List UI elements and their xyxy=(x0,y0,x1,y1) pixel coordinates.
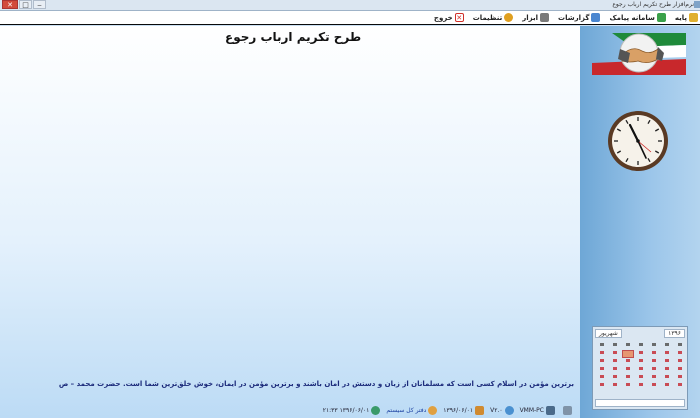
sms-icon xyxy=(656,13,666,22)
calendar-day[interactable] xyxy=(600,375,605,378)
calendar-day[interactable] xyxy=(600,359,605,362)
calendar-day[interactable] xyxy=(664,351,669,354)
calendar-day[interactable] xyxy=(639,351,644,354)
menu-item-tools[interactable]: ابزار xyxy=(522,13,550,22)
maximize-button[interactable]: □ xyxy=(19,0,32,9)
calendar-day[interactable] xyxy=(639,383,644,386)
calendar-day[interactable] xyxy=(613,375,618,378)
window-icon xyxy=(563,406,572,415)
calendar-day[interactable] xyxy=(651,367,656,370)
status-bar: VMM-PC V۲.۰ ۱۳۹۶/۰۶/۰۱ دفتر کل سیستم ۱۳۹… xyxy=(0,403,580,418)
calendar-days xyxy=(596,341,686,397)
close-button[interactable]: ✕ xyxy=(2,0,18,9)
version-icon xyxy=(504,406,514,415)
window-title: نرم‌افزار طرح تکریم ارباب رجوع xyxy=(612,1,694,8)
exit-icon: ✕ xyxy=(454,13,464,22)
analog-clock xyxy=(608,111,668,171)
calendar-day[interactable] xyxy=(613,351,618,354)
calendar-day[interactable] xyxy=(651,375,656,378)
main-area: طرح تکریم ارباب رجوع برترین مؤمن در اسلا… xyxy=(0,26,580,418)
calendar-day[interactable] xyxy=(677,383,682,386)
menu-item-reports[interactable]: گزارشات xyxy=(558,13,601,22)
hadith-text: برترین مؤمن در اسلام کسی است که مسلمانان… xyxy=(58,380,574,388)
calendar-header: شهریور ۱۳۹۶ xyxy=(595,329,685,338)
calendar-weekday xyxy=(664,343,669,346)
calendar-today[interactable] xyxy=(622,350,635,358)
menu-item-base[interactable]: پایه xyxy=(675,13,698,22)
calendar-month[interactable]: شهریور xyxy=(595,329,622,338)
menu-item-sms[interactable]: سامانه پیامک xyxy=(609,13,666,22)
calendar-day[interactable] xyxy=(626,367,631,370)
calendar-day[interactable] xyxy=(613,367,618,370)
folder-icon xyxy=(689,13,698,22)
minimize-button[interactable]: ‒ xyxy=(33,0,46,9)
calendar-day[interactable] xyxy=(651,383,656,386)
window-controls: ✕ □ ‒ xyxy=(2,0,46,9)
calendar-day[interactable] xyxy=(613,383,618,386)
calendar-day[interactable] xyxy=(600,351,605,354)
calendar-weekday xyxy=(639,343,644,346)
computer-icon xyxy=(546,406,555,415)
calendar-widget: شهریور ۱۳۹۶ xyxy=(592,326,688,410)
calendar-weekday xyxy=(613,343,618,346)
page-title: طرح تکریم ارباب رجوع xyxy=(225,30,362,44)
gear-icon xyxy=(504,13,514,22)
wrench-icon xyxy=(540,13,550,22)
status-window xyxy=(561,406,572,415)
calendar-day[interactable] xyxy=(613,359,618,362)
calendar-day[interactable] xyxy=(639,367,644,370)
calendar-day[interactable] xyxy=(600,367,605,370)
date-icon xyxy=(475,406,485,415)
menu-bar: پایه سامانه پیامک گزارشات ابزار تنظیمات … xyxy=(0,11,700,25)
calendar-day[interactable] xyxy=(651,351,656,354)
calendar-day[interactable] xyxy=(664,367,669,370)
status-datetime: ۱۳۹۶/۰۶/۰۱ ۲۱:۳۳ xyxy=(323,406,381,415)
status-date: ۱۳۹۶/۰۶/۰۱ xyxy=(443,406,485,415)
calendar-day[interactable] xyxy=(600,383,605,386)
calendar-weekday xyxy=(677,343,682,346)
calendar-day[interactable] xyxy=(677,367,682,370)
calendar-day[interactable] xyxy=(626,383,631,386)
calendar-day[interactable] xyxy=(626,375,631,378)
status-user: دفتر کل سیستم xyxy=(386,406,438,415)
calendar-day[interactable] xyxy=(664,383,669,386)
calendar-day[interactable] xyxy=(626,359,631,362)
title-bar: نرم‌افزار طرح تکریم ارباب رجوع ✕ □ ‒ xyxy=(0,0,700,11)
calendar-weekday xyxy=(600,343,605,346)
app-icon xyxy=(694,1,700,8)
calendar-day[interactable] xyxy=(639,359,644,362)
user-icon xyxy=(428,406,438,415)
calendar-day[interactable] xyxy=(677,351,682,354)
status-computer: VMM-PC xyxy=(520,406,555,415)
calendar-day[interactable] xyxy=(651,359,656,362)
calendar-day[interactable] xyxy=(639,375,644,378)
calendar-day[interactable] xyxy=(664,375,669,378)
calendar-year[interactable]: ۱۳۹۶ xyxy=(664,329,685,338)
globe-icon xyxy=(371,406,381,415)
menu-item-exit[interactable]: ✕ خروج xyxy=(434,13,464,22)
tools-icon xyxy=(591,13,601,22)
status-version: V۲.۰ xyxy=(490,406,514,415)
calendar-day[interactable] xyxy=(664,359,669,362)
side-panel: شهریور ۱۳۹۶ xyxy=(580,26,700,418)
calendar-weekday xyxy=(626,343,631,346)
calendar-footer xyxy=(595,399,685,407)
calendar-weekday xyxy=(651,343,656,346)
calendar-day[interactable] xyxy=(677,375,682,378)
calendar-day[interactable] xyxy=(677,359,682,362)
handshake-logo xyxy=(592,33,686,75)
menu-item-settings[interactable]: تنظیمات xyxy=(473,13,514,22)
